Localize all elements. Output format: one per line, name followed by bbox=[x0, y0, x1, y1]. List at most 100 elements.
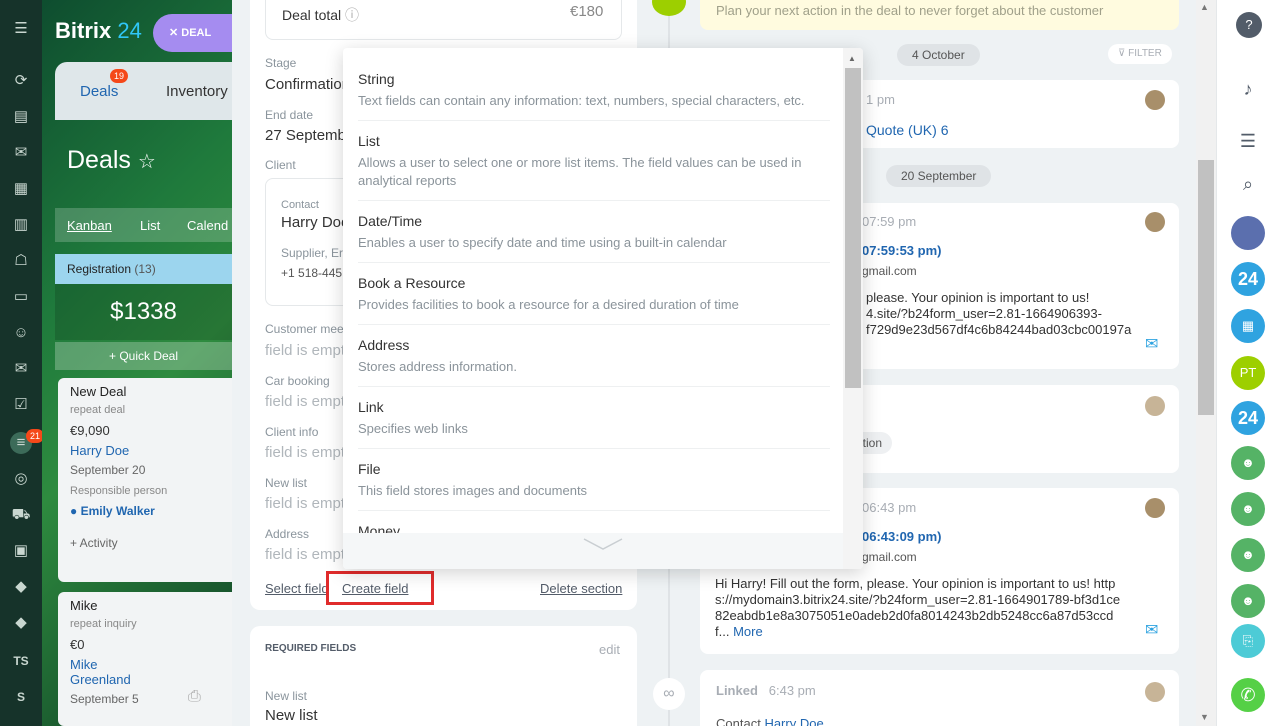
field-type-book-resource[interactable]: Book a Resource Provides facilities to bo… bbox=[358, 275, 830, 325]
field-type-address[interactable]: Address Stores address information. bbox=[358, 337, 830, 387]
field-value[interactable]: field is empty bbox=[265, 495, 343, 512]
field-type-list[interactable]: List Allows a user to select one or more … bbox=[358, 133, 830, 201]
view-kanban[interactable]: Kanban bbox=[67, 218, 112, 233]
view-list[interactable]: List bbox=[140, 218, 160, 233]
field-value[interactable]: field is empty bbox=[265, 546, 343, 563]
help-icon[interactable]: ? bbox=[1236, 12, 1262, 38]
b24-icon[interactable]: 24 bbox=[1231, 262, 1265, 296]
ts-nav-item[interactable]: TS bbox=[10, 650, 32, 672]
field-type-datetime[interactable]: Date/Time Enables a user to specify date … bbox=[358, 213, 830, 263]
field-type-string[interactable]: String Text fields can contain any inform… bbox=[358, 71, 830, 121]
robot-icon[interactable]: ☖ bbox=[10, 250, 32, 272]
box-icon[interactable]: ◆ bbox=[10, 576, 32, 598]
delete-section-link[interactable]: Delete section bbox=[540, 581, 622, 596]
chevron-down-icon[interactable] bbox=[583, 537, 623, 551]
field-type-link[interactable]: Link Specifies web links bbox=[358, 399, 830, 449]
filter-button[interactable]: ⊽ FILTER bbox=[1108, 44, 1172, 64]
field-label: Address bbox=[265, 527, 310, 541]
check-icon[interactable]: ☑ bbox=[10, 394, 32, 416]
edit-link[interactable]: edit bbox=[599, 642, 620, 657]
drive-icon[interactable]: ▭ bbox=[10, 286, 32, 308]
scroll-thumb[interactable] bbox=[1198, 160, 1214, 415]
select-field-link[interactable]: Select field bbox=[265, 581, 327, 596]
calendar-chat-icon[interactable]: ▦ bbox=[1231, 309, 1265, 343]
contact-card-icon[interactable]: ▣ bbox=[10, 540, 32, 562]
card-date: September 20 bbox=[70, 463, 146, 477]
deal-close-pill[interactable]: ✕ DEAL bbox=[153, 14, 233, 52]
deal-card[interactable]: New Deal repeat deal €9,090 Harry Doe Se… bbox=[58, 378, 232, 582]
b24-icon[interactable]: 24 bbox=[1231, 401, 1265, 435]
field-label: Stage bbox=[265, 56, 297, 70]
group-chat-icon[interactable]: ☻ bbox=[1231, 584, 1265, 618]
field-label: Car booking bbox=[265, 374, 330, 388]
tab-inventory[interactable]: Inventory bbox=[166, 83, 228, 100]
target-icon[interactable]: ◎ bbox=[10, 468, 32, 490]
box2-icon[interactable]: ◆ bbox=[10, 612, 32, 634]
dropdown-scrollbar[interactable]: ▲ bbox=[843, 48, 863, 569]
item-title[interactable]: 06:43:09 pm) bbox=[862, 529, 941, 544]
slider-scrollbar[interactable]: ▲ ▼ bbox=[1196, 0, 1216, 726]
email-icon[interactable]: ✉ bbox=[1145, 334, 1158, 354]
field-value[interactable]: 27 September bbox=[265, 127, 343, 144]
item-email: gmail.com bbox=[862, 264, 917, 278]
card-title: Mike bbox=[70, 598, 98, 613]
avatar bbox=[1145, 682, 1165, 702]
more-link[interactable]: More bbox=[733, 624, 763, 639]
calendar-icon[interactable]: ▦ bbox=[10, 178, 32, 200]
field-value[interactable]: field is empty bbox=[265, 444, 343, 461]
group-chat-icon[interactable]: ☻ bbox=[1231, 538, 1265, 572]
phone-icon[interactable]: ✆ bbox=[1231, 678, 1265, 712]
contact-name[interactable]: Harry Doe bbox=[281, 214, 343, 231]
group-chat-icon[interactable]: ☻ bbox=[1231, 492, 1265, 526]
field-value[interactable]: field is empty bbox=[265, 393, 343, 410]
mail-icon[interactable]: ✉ bbox=[10, 358, 32, 380]
item-title[interactable]: 07:59:53 pm) bbox=[862, 243, 941, 258]
groups-icon[interactable]: ☺ bbox=[10, 322, 32, 344]
bell-icon[interactable]: ♪ bbox=[1231, 72, 1265, 106]
card-activity[interactable]: + Activity bbox=[70, 536, 220, 550]
card-resp-label: Responsible person bbox=[70, 485, 168, 497]
view-calendar[interactable]: Calend bbox=[187, 218, 228, 233]
contact-phone[interactable]: +1 518-445 bbox=[281, 266, 343, 280]
cart-icon[interactable]: ⛟ bbox=[10, 504, 32, 526]
info-icon[interactable]: ⓘ bbox=[345, 7, 359, 23]
scroll-down-icon[interactable]: ▼ bbox=[1200, 712, 1209, 722]
search-icon[interactable]: ⌕ bbox=[1231, 167, 1265, 201]
scroll-up-icon[interactable]: ▲ bbox=[1200, 2, 1209, 12]
user-avatar-pt[interactable]: PT bbox=[1231, 356, 1265, 390]
messages-icon[interactable]: ☰ bbox=[1231, 124, 1265, 158]
field-label: Customer mee bbox=[265, 322, 344, 336]
card-sub: repeat inquiry bbox=[70, 618, 137, 630]
s-nav-item[interactable]: S bbox=[10, 686, 32, 708]
deals-badge: 19 bbox=[110, 69, 129, 83]
field-value[interactable]: Confirmation bbox=[265, 76, 343, 93]
print-icon[interactable]: ⎙ bbox=[188, 688, 201, 706]
star-icon[interactable]: ☆ bbox=[138, 151, 156, 173]
quick-deal-button[interactable]: + Quick Deal bbox=[55, 342, 232, 370]
quote-link[interactable]: Quote (UK) 6 bbox=[866, 122, 948, 138]
avatar[interactable] bbox=[1231, 216, 1265, 250]
deal-card[interactable]: Mike repeat inquiry €0 Mike Greenland Se… bbox=[58, 592, 232, 726]
avatar bbox=[1145, 498, 1165, 518]
dropdown-scroll-thumb[interactable] bbox=[845, 68, 861, 388]
docs-icon[interactable]: ▥ bbox=[10, 214, 32, 236]
field-value[interactable]: field is empty bbox=[265, 342, 343, 359]
card-contact[interactable]: Harry Doe bbox=[70, 443, 220, 458]
card-resp[interactable]: ● Emily Walker bbox=[70, 504, 220, 518]
transfer-icon[interactable]: ⎘ bbox=[1231, 624, 1265, 658]
field-type-dropdown: String Text fields can contain any inform… bbox=[343, 48, 863, 569]
field-type-file[interactable]: File This field stores images and documen… bbox=[358, 461, 830, 511]
menu-icon[interactable]: ☰ bbox=[10, 18, 32, 40]
deal-total-label: Deal total ⓘ bbox=[282, 7, 360, 23]
field-label: New list bbox=[265, 689, 308, 703]
card-contact[interactable]: Mike Greenland bbox=[70, 657, 140, 687]
scroll-up-icon[interactable]: ▲ bbox=[848, 54, 856, 63]
field-value[interactable]: New list bbox=[265, 707, 318, 724]
chat-icon[interactable]: ✉ bbox=[10, 142, 32, 164]
tab-deals[interactable]: Deals bbox=[80, 83, 118, 100]
group-chat-icon[interactable]: ☻ bbox=[1231, 446, 1265, 480]
link-icon: ∞ bbox=[653, 678, 685, 710]
tasks-icon[interactable]: ▤ bbox=[10, 106, 32, 128]
feed-icon[interactable]: ⟳ bbox=[10, 70, 32, 92]
email-icon[interactable]: ✉ bbox=[1145, 620, 1158, 640]
